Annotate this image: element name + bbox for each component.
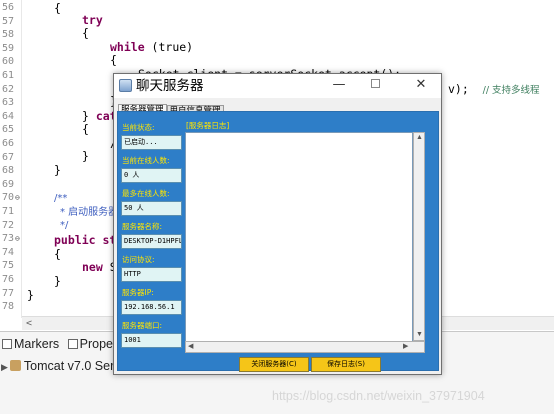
scroll-left-icon[interactable]: ◀ xyxy=(188,342,193,352)
scroll-right-icon[interactable]: ▶ xyxy=(403,342,408,352)
app-icon xyxy=(119,79,132,92)
code-line: { xyxy=(110,53,117,67)
online-count-label: 当前在线人数: xyxy=(122,156,170,165)
views-tab-bar: Markers Properti xyxy=(0,334,126,354)
code-line: public st xyxy=(54,233,117,247)
code-line: } xyxy=(54,274,61,288)
fold-toggle-icon[interactable]: ⊖ xyxy=(15,234,20,243)
code-line: } xyxy=(82,149,89,163)
max-online-value: 50 人 xyxy=(121,201,182,216)
line-number: 78 xyxy=(2,301,15,313)
server-label: Tomcat v7.0 Serve xyxy=(23,359,128,373)
log-vertical-scrollbar[interactable]: ▲ ▼ xyxy=(413,132,425,341)
server-port-label: 服务器端口: xyxy=(122,321,163,330)
server-ip-value: 192.168.56.1 xyxy=(121,300,182,315)
maximize-icon xyxy=(370,79,380,88)
tab-label: Markers xyxy=(14,337,60,351)
server-panel: 当前状态: 已启动... 当前在线人数: 0 人 最多在线人数: 50 人 服务… xyxy=(117,111,439,372)
code-line: v); // 支持多线程 xyxy=(448,81,540,97)
code-line: { xyxy=(54,247,61,261)
code-line: { xyxy=(54,1,61,15)
code-line: } xyxy=(27,288,34,302)
code-line: { xyxy=(82,122,89,136)
close-server-button[interactable]: 关闭服务器(C) xyxy=(239,357,309,372)
fold-toggle-icon[interactable]: ⊖ xyxy=(15,193,20,202)
keyword: new xyxy=(82,260,103,274)
code-text: (true) xyxy=(144,40,194,54)
code-comment: // 支持多线程 xyxy=(482,85,540,96)
close-button[interactable]: ✕ xyxy=(403,74,439,98)
save-log-button[interactable]: 保存日志(S) xyxy=(311,357,381,372)
server-ip-label: 服务器IP: xyxy=(122,288,154,297)
scroll-down-icon[interactable]: ▼ xyxy=(416,330,423,340)
server-name-value: DESKTOP-D1HPFL xyxy=(121,234,182,249)
code-text: v); xyxy=(448,82,469,96)
protocol-value: HTTP xyxy=(121,267,182,282)
server-name-label: 服务器名称: xyxy=(122,222,163,231)
markers-icon xyxy=(2,339,12,349)
chat-server-window: 聊天服务器 — ✕ 服务器管理用户信息管理 当前状态: 已启动... 当前在线人… xyxy=(113,73,442,375)
server-info-column: 当前状态: 已启动... 当前在线人数: 0 人 最多在线人数: 50 人 服务… xyxy=(121,120,184,356)
server-port-value: 1001 xyxy=(121,333,182,348)
max-online-label: 最多在线人数: xyxy=(122,189,170,198)
maximize-button[interactable] xyxy=(357,74,393,98)
code-line: while (true) xyxy=(110,39,193,55)
minimize-button[interactable]: — xyxy=(321,74,357,98)
code-line: { xyxy=(82,26,89,40)
code-line: * 启动服务器 xyxy=(60,207,119,218)
tomcat-icon xyxy=(9,360,21,371)
protocol-label: 访问协议: xyxy=(122,255,155,264)
status-value: 已启动... xyxy=(121,135,182,150)
tab-markers[interactable]: Markers xyxy=(0,334,62,354)
log-horizontal-scrollbar[interactable]: ◀ ▶ xyxy=(185,341,425,353)
expand-arrow-icon[interactable]: ▶ xyxy=(1,362,8,372)
status-label: 当前状态: xyxy=(122,123,155,132)
watermark: https://blog.csdn.net/weixin_37971904 xyxy=(272,389,485,403)
server-list-item[interactable]: ▶ Tomcat v7.0 Serve xyxy=(0,358,127,374)
line-number-gutter: 56 57 58 59 60 61 62 63 64 65 66 67 68 69 70⊖ 71 72 73⊖ 74… xyxy=(0,0,22,318)
online-count-value: 0 人 xyxy=(121,168,182,183)
window-title: 聊天服务器 xyxy=(136,78,204,93)
server-log-label: [服务器日志] xyxy=(186,121,230,130)
code-line: new S xyxy=(82,259,117,275)
scroll-up-icon[interactable]: ▲ xyxy=(416,133,423,143)
properties-icon xyxy=(67,339,78,349)
code-line: } xyxy=(54,163,61,177)
window-titlebar[interactable]: 聊天服务器 — ✕ xyxy=(114,74,441,98)
scroll-left-icon[interactable]: < xyxy=(26,317,32,331)
server-log-textarea[interactable] xyxy=(185,132,413,353)
